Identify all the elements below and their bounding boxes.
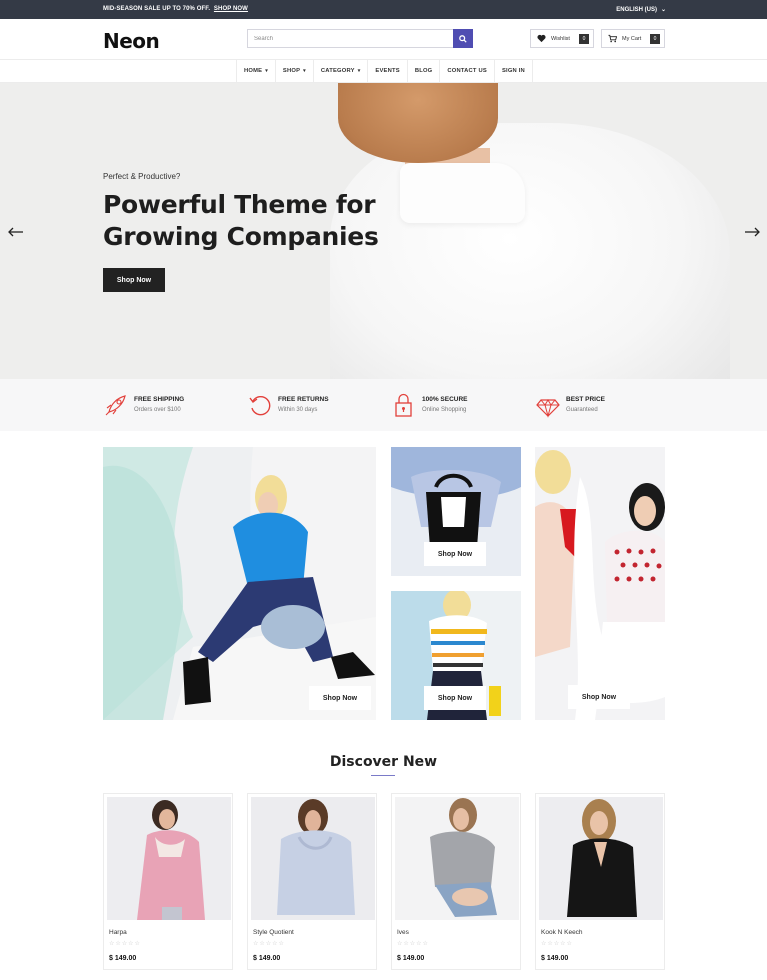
product-card[interactable]: Ives ☆☆☆☆☆ $ 149.00 bbox=[391, 793, 521, 970]
promo-shop-now-link[interactable]: SHOP NOW bbox=[214, 6, 248, 12]
banner-striped[interactable]: Shop Now bbox=[391, 591, 521, 720]
nav-label: SIGN IN bbox=[501, 68, 525, 74]
cart-count: 0 bbox=[650, 34, 660, 44]
product-name[interactable]: Style Quotient bbox=[253, 929, 294, 936]
feature-subtitle: Online Shopping bbox=[422, 407, 467, 413]
product-price: $ 149.00 bbox=[541, 955, 569, 962]
hero-model-collar bbox=[400, 163, 525, 223]
site-header: Neon Wishlist 0 My Cart 0 bbox=[0, 19, 767, 59]
search-input[interactable] bbox=[248, 30, 453, 47]
diamond-icon bbox=[536, 399, 560, 418]
discover-title: Discover New bbox=[329, 754, 438, 770]
nav-item-sign-in[interactable]: SIGN IN bbox=[493, 60, 533, 82]
nav-item-home[interactable]: HOME ▾ bbox=[236, 60, 275, 82]
nav-item-contact[interactable]: CONTACT US bbox=[439, 60, 494, 82]
product-name[interactable]: Ives bbox=[397, 929, 409, 936]
cart-icon bbox=[608, 34, 617, 43]
nav-label: BLOG bbox=[414, 68, 433, 74]
banner-bag[interactable]: Shop Now bbox=[391, 447, 521, 576]
banner-shop-now-button[interactable]: Shop Now bbox=[309, 686, 371, 710]
product-card[interactable]: Kook N Keech ☆☆☆☆☆ $ 149.00 bbox=[535, 793, 665, 970]
product-name[interactable]: Kook N Keech bbox=[541, 929, 583, 936]
product-price: $ 149.00 bbox=[109, 955, 137, 962]
slider-next-arrow-icon[interactable] bbox=[744, 224, 760, 242]
rating-stars: ☆☆☆☆☆ bbox=[109, 941, 141, 947]
product-card[interactable]: Style Quotient ☆☆☆☆☆ $ 149.00 bbox=[247, 793, 377, 970]
feature-title: FREE SHIPPING bbox=[134, 396, 185, 403]
product-price: $ 149.00 bbox=[253, 955, 281, 962]
site-logo[interactable]: Neon bbox=[103, 29, 160, 53]
product-card[interactable]: Harpa ☆☆☆☆☆ $ 149.00 bbox=[103, 793, 233, 970]
title-underline bbox=[371, 775, 395, 776]
nav-item-category[interactable]: CATEGORY ▾ bbox=[312, 60, 368, 82]
rocket-icon bbox=[105, 395, 126, 416]
product-photo bbox=[107, 797, 231, 920]
return-icon bbox=[249, 395, 271, 416]
hero-eyebrow: Perfect & Productive? bbox=[103, 172, 181, 181]
promo-message: MID-SEASON SALE UP TO 70% OFF. bbox=[103, 6, 211, 12]
nav-label: SHOP bbox=[282, 68, 301, 74]
nav-label: EVENTS bbox=[375, 68, 400, 74]
product-image[interactable] bbox=[539, 797, 663, 920]
product-image[interactable] bbox=[395, 797, 519, 920]
banner-large[interactable]: Shop Now bbox=[103, 447, 376, 720]
rating-stars: ☆☆☆☆☆ bbox=[541, 941, 573, 947]
nav-label: CATEGORY bbox=[320, 68, 355, 74]
wishlist-label: Wishlist bbox=[551, 36, 570, 42]
feature-title: 100% SECURE bbox=[422, 396, 468, 403]
wishlist-count: 0 bbox=[579, 34, 589, 44]
caret-down-icon: ▾ bbox=[265, 68, 268, 74]
banner-tall[interactable]: Shop Now bbox=[535, 447, 665, 720]
banner-tall-photo bbox=[535, 447, 665, 720]
language-label: ENGLISH (US) bbox=[616, 7, 657, 13]
feature-title: BEST PRICE bbox=[566, 396, 606, 403]
product-name[interactable]: Harpa bbox=[109, 929, 127, 936]
product-photo bbox=[539, 797, 663, 920]
search-bar bbox=[247, 29, 473, 48]
product-photo bbox=[251, 797, 375, 920]
banner-shop-now-button[interactable]: Shop Now bbox=[424, 686, 486, 710]
cart-label: My Cart bbox=[622, 36, 642, 42]
hero-shop-now-button[interactable]: Shop Now bbox=[103, 268, 165, 292]
feature-subtitle: Within 30 days bbox=[278, 407, 318, 413]
rating-stars: ☆☆☆☆☆ bbox=[397, 941, 429, 947]
product-price: $ 149.00 bbox=[397, 955, 425, 962]
search-button[interactable] bbox=[453, 29, 473, 48]
hero-slider: Perfect & Productive? Powerful Theme for… bbox=[0, 83, 767, 379]
heart-icon bbox=[537, 34, 546, 43]
nav-label: CONTACT US bbox=[447, 68, 487, 74]
chevron-down-icon: ⌄ bbox=[660, 7, 666, 13]
feature-subtitle: Guaranteed bbox=[566, 407, 598, 413]
nav-label: HOME bbox=[244, 68, 263, 74]
nav-item-events[interactable]: EVENTS bbox=[367, 60, 406, 82]
lock-icon bbox=[395, 393, 412, 417]
rating-stars: ☆☆☆☆☆ bbox=[253, 941, 285, 947]
banner-shop-now-button[interactable]: Shop Now bbox=[424, 542, 486, 566]
nav-item-blog[interactable]: BLOG bbox=[406, 60, 440, 82]
hero-headline: Powerful Theme for Growing Companies bbox=[103, 190, 379, 251]
search-icon bbox=[459, 34, 467, 43]
cart-button[interactable]: My Cart 0 bbox=[601, 29, 665, 48]
caret-down-icon: ▾ bbox=[303, 68, 306, 74]
banner-shop-now-button[interactable]: Shop Now bbox=[568, 685, 630, 709]
slider-prev-arrow-icon[interactable] bbox=[8, 224, 24, 242]
product-photo bbox=[395, 797, 519, 920]
features-strip: FREE SHIPPING Orders over $100 FREE RETU… bbox=[0, 379, 767, 431]
caret-down-icon: ▾ bbox=[357, 68, 361, 74]
product-image[interactable] bbox=[251, 797, 375, 920]
language-selector[interactable]: ENGLISH (US) ⌄ bbox=[616, 6, 666, 13]
wishlist-button[interactable]: Wishlist 0 bbox=[530, 29, 594, 48]
banner-model-photo bbox=[103, 447, 376, 720]
product-image[interactable] bbox=[107, 797, 231, 920]
main-nav: HOME ▾ SHOP ▾ CATEGORY ▾ EVENTS BLOG CONTAC… bbox=[0, 59, 767, 83]
feature-subtitle: Orders over $100 bbox=[134, 407, 181, 413]
promo-bar: MID-SEASON SALE UP TO 70% OFF. SHOP NOW … bbox=[0, 0, 767, 19]
feature-title: FREE RETURNS bbox=[278, 396, 329, 403]
nav-item-shop[interactable]: SHOP ▾ bbox=[274, 60, 313, 82]
promo-text: MID-SEASON SALE UP TO 70% OFF. SHOP NOW bbox=[103, 6, 248, 12]
